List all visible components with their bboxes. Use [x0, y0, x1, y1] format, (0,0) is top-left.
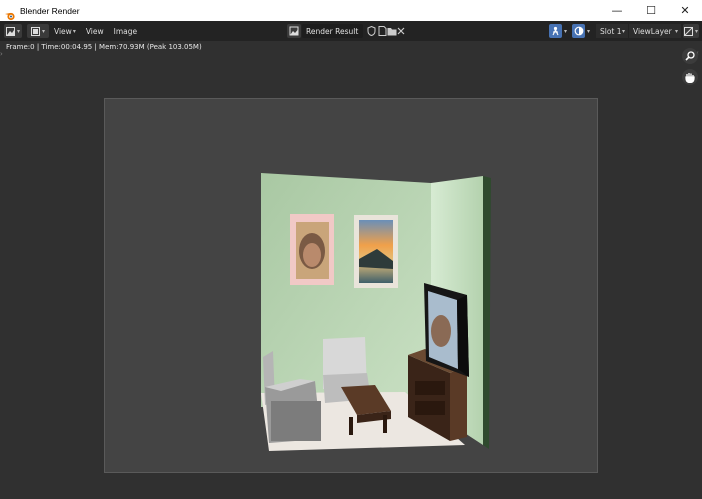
image-browse-icon — [289, 26, 299, 36]
chevron-down-icon: ▾ — [41, 27, 45, 35]
zoom-button[interactable] — [682, 48, 698, 64]
display-channels-button[interactable] — [572, 24, 585, 38]
chevron-down-icon: ▾ — [621, 27, 625, 35]
sample-tool-group: ▾ — [549, 24, 567, 38]
pan-button[interactable] — [682, 69, 698, 85]
render-result-canvas[interactable] — [104, 98, 598, 473]
image-browse-button[interactable] — [287, 24, 301, 38]
image-editor-header: ▾ ▾ View ▾ View Image Render Result ▾ ▾ … — [0, 21, 702, 41]
new-image-icon[interactable] — [377, 25, 387, 37]
view-mode-label[interactable]: View — [51, 24, 75, 38]
render-info-text: Frame:0 | Time:00:04.95 | Mem:70.93M (Pe… — [6, 43, 202, 51]
room-render — [261, 173, 491, 451]
editor-type-button[interactable]: ▾ — [4, 24, 22, 38]
chevron-down-icon: ▾ — [72, 27, 76, 35]
slot-selector[interactable]: Slot 1 ▾ — [596, 24, 628, 38]
hand-icon — [685, 72, 695, 83]
image-name-field[interactable]: Render Result — [302, 24, 363, 38]
display-options-button[interactable]: ▾ — [683, 24, 699, 38]
sample-tool-button[interactable] — [549, 24, 562, 38]
view-mode-button[interactable]: ▾ — [27, 24, 49, 38]
view-layer-label: ViewLayer — [633, 26, 672, 36]
chevron-down-icon: ▾ — [564, 27, 568, 35]
display-channels-icon — [574, 26, 583, 36]
chevron-down-icon: ▾ — [674, 27, 678, 35]
shield-icon[interactable] — [366, 25, 376, 37]
zoom-icon — [685, 51, 695, 61]
minimize-button[interactable]: — — [600, 0, 634, 21]
render-result-image — [261, 173, 491, 451]
chevron-down-icon: ▾ — [587, 27, 591, 35]
window-controls: — ☐ ✕ — [600, 0, 702, 21]
close-icon[interactable] — [396, 25, 406, 37]
window-title: Blender Render — [20, 5, 80, 16]
display-channels-icon — [683, 26, 693, 36]
maximize-button[interactable]: ☐ — [634, 0, 668, 21]
sample-tool-icon — [552, 26, 559, 36]
slot-label: Slot 1 — [600, 26, 622, 36]
chevron-down-icon: ▾ — [16, 27, 20, 35]
blender-logo-icon — [5, 6, 15, 20]
menu-image[interactable]: Image — [109, 24, 143, 38]
menu-view[interactable]: View — [81, 24, 109, 38]
window-titlebar: Blender Render — ☐ ✕ — [0, 0, 702, 21]
display-channels-group: ▾ — [572, 24, 590, 38]
view-layer-selector[interactable]: ViewLayer ▾ — [629, 24, 681, 38]
close-window-button[interactable]: ✕ — [668, 0, 702, 21]
chevron-down-icon: ▾ — [694, 27, 698, 35]
toolbar-expand-icon[interactable]: › — [0, 50, 3, 58]
image-editor-icon — [5, 26, 15, 36]
view-mode-icon — [30, 26, 40, 36]
